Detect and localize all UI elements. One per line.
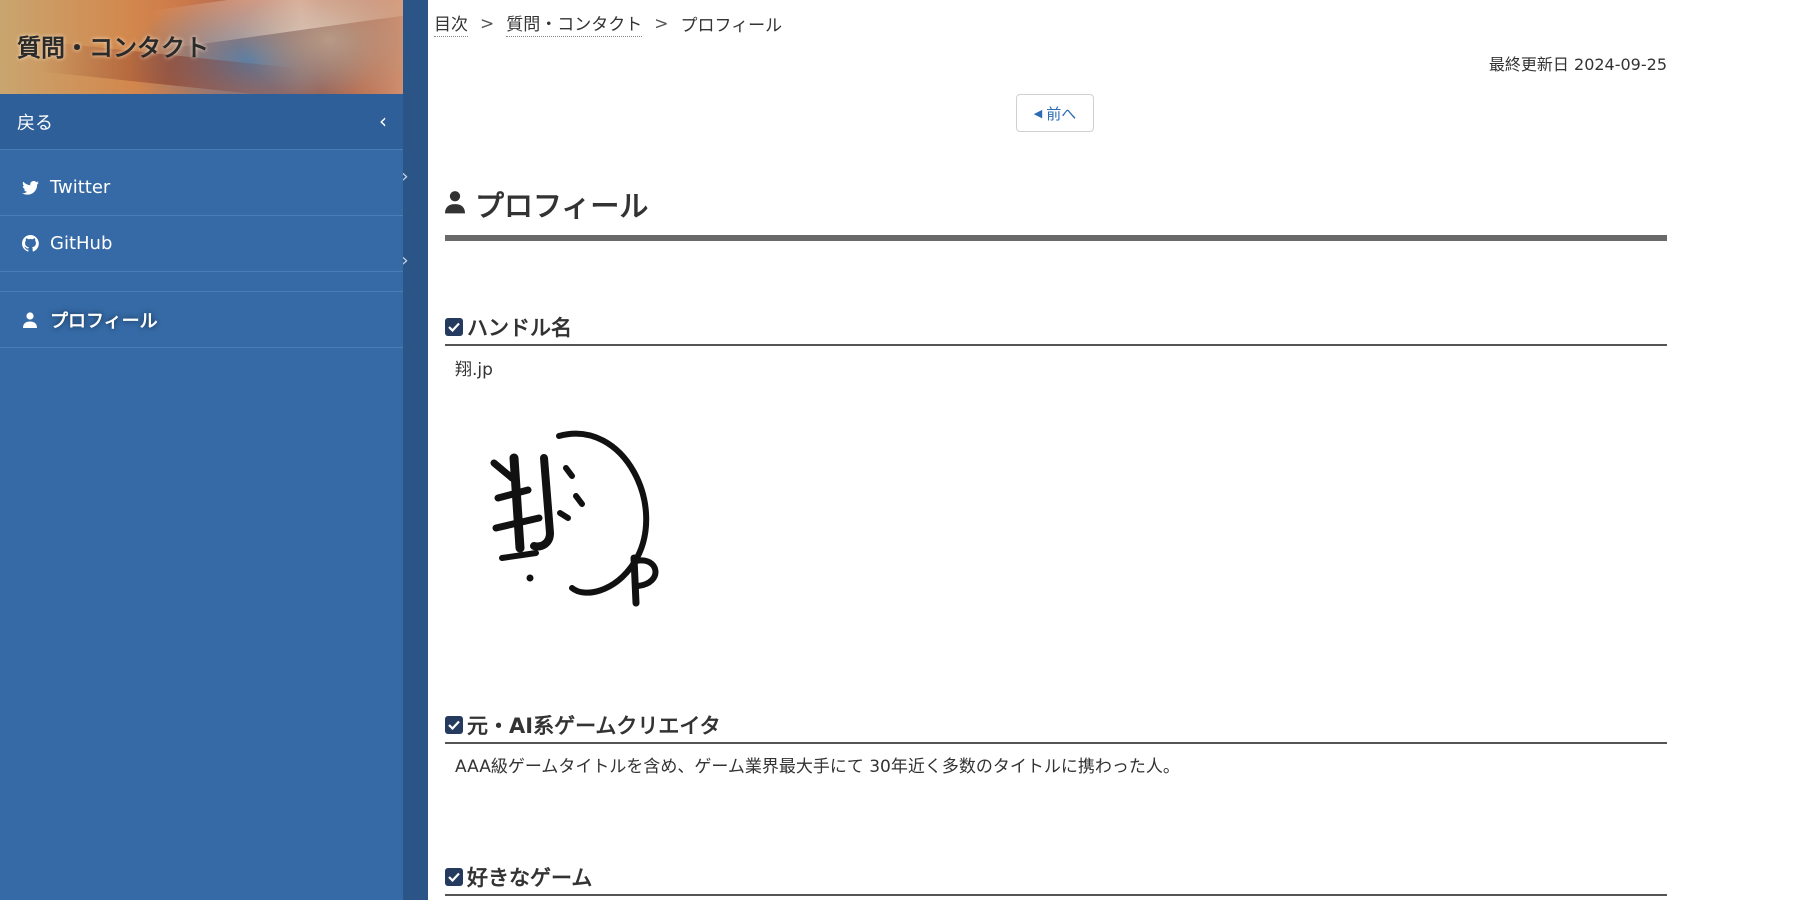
checkbox-checked-icon <box>445 868 463 886</box>
sidebar-item-twitter[interactable]: Twitter <box>0 160 403 216</box>
section-title: ハンドル名 <box>467 316 572 340</box>
section-text: AAA級ゲームタイトルを含め、ゲーム業界最大手にて 30年近く多数のタイトルに携… <box>455 757 1180 777</box>
sidebar-item-label: プロフィール <box>50 310 158 332</box>
section-heading-career: 元・AI系ゲームクリエイタ <box>445 710 1667 744</box>
caret-left-icon: ◀ <box>1033 106 1043 120</box>
user-icon <box>20 311 40 328</box>
page-title-bar: プロフィール <box>445 183 1667 241</box>
handle-logo-image <box>484 418 684 618</box>
breadcrumb-link-contact[interactable]: 質問・コンタクト <box>506 10 643 37</box>
sidebar-item-label: GitHub <box>50 233 113 254</box>
chevron-left-icon: ‹ <box>379 109 387 133</box>
checkbox-checked-icon <box>445 716 463 734</box>
sidebar-item-profile[interactable]: プロフィール <box>0 292 403 348</box>
main-content: 目次 > 質問・コンタクト > プロフィール 最終更新日 2024-09-25 … <box>428 0 1800 900</box>
breadcrumb-link-toc[interactable]: 目次 <box>434 10 468 37</box>
section-title: 好きなゲーム <box>467 866 593 890</box>
last-updated: 最終更新日 2024-09-25 <box>1488 55 1667 74</box>
sidebar: 質問・コンタクト 戻る ‹ Twitter GitHub プロフィール <box>0 0 428 900</box>
chevron-right-icon: › <box>401 166 409 187</box>
calligraphy-logo <box>490 430 659 607</box>
back-label: 戻る <box>17 112 53 134</box>
github-icon <box>20 235 40 252</box>
sidebar-header-banner: 質問・コンタクト <box>0 0 428 94</box>
prev-label: 前へ <box>1046 104 1077 123</box>
breadcrumb-current: プロフィール <box>680 16 783 36</box>
breadcrumb-separator: > <box>654 13 669 34</box>
section-title: 元・AI系ゲームクリエイタ <box>467 714 721 738</box>
page-title: プロフィール <box>475 189 649 223</box>
sidebar-title: 質問・コンタクト <box>17 34 209 62</box>
breadcrumb-separator: > <box>480 13 495 34</box>
user-icon <box>445 190 465 218</box>
section-heading-favorite-games: 好きなゲーム <box>445 862 1667 896</box>
checkbox-checked-icon <box>445 318 463 336</box>
sidebar-back-button[interactable]: 戻る ‹ <box>0 94 403 150</box>
sidebar-item-label: Twitter <box>50 177 111 198</box>
section-heading-handle: ハンドル名 <box>445 312 1667 346</box>
twitter-icon <box>20 180 40 195</box>
prev-button[interactable]: ◀ 前へ <box>1016 94 1094 132</box>
chevron-right-icon: › <box>401 250 409 271</box>
sidebar-collapse-rail[interactable] <box>403 0 428 900</box>
breadcrumb: 目次 > 質問・コンタクト > プロフィール <box>434 10 782 37</box>
section-text: 翔.jp <box>455 360 493 380</box>
sidebar-item-empty[interactable] <box>0 262 403 292</box>
